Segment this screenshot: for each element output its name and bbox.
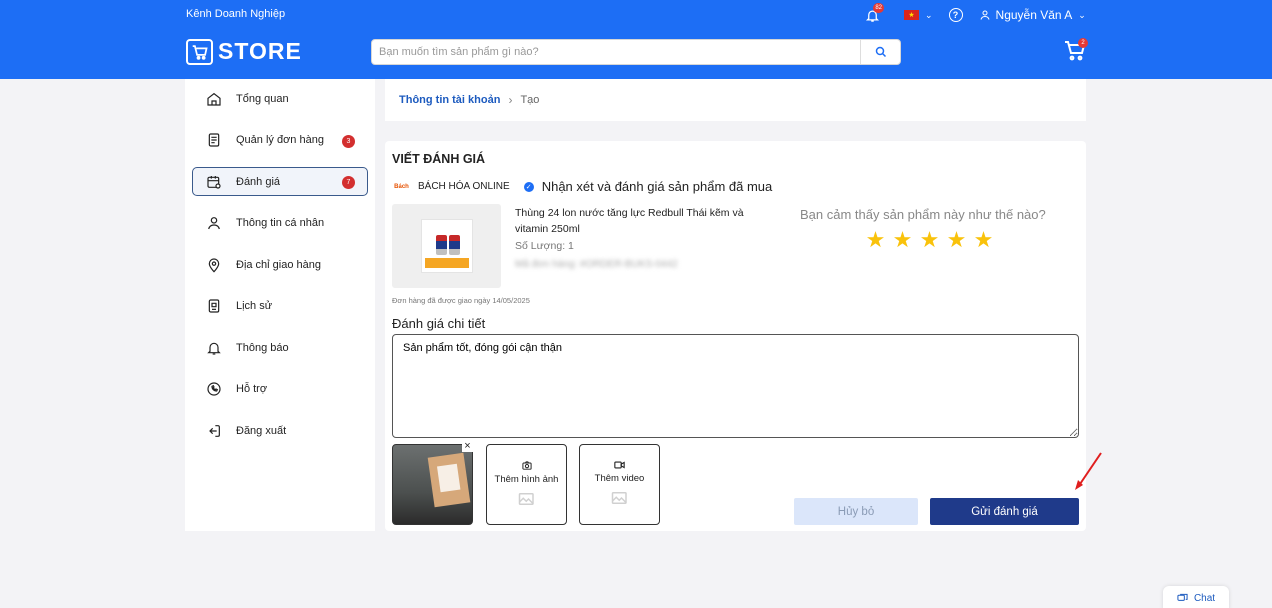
- chevron-down-icon[interactable]: ⌄: [1078, 10, 1086, 21]
- logout-icon: [205, 422, 223, 440]
- location-pin-icon: [205, 256, 223, 274]
- bell-icon: [205, 339, 223, 357]
- sidebar-item-label: Quản lý đơn hàng: [236, 134, 324, 146]
- search-button[interactable]: [860, 40, 900, 64]
- breadcrumb-current: Tạo: [520, 94, 540, 106]
- search-bar: [371, 39, 901, 65]
- add-video-label: Thêm video: [594, 473, 645, 484]
- sidebar-item-label: Thông tin cá nhân: [236, 217, 325, 229]
- chat-button[interactable]: Chat: [1163, 586, 1229, 608]
- product-image: [392, 204, 501, 288]
- account-sidebar: Tổng quan Quản lý đơn hàng 3 Đánh giá 7 …: [185, 79, 375, 531]
- business-channel-link[interactable]: Kênh Doanh Nghiệp: [186, 8, 285, 20]
- order-code-blurred: Mã đơn hàng: #ORDER-BUKS-0442: [515, 259, 678, 270]
- sidebar-item-label: Tổng quan: [236, 92, 289, 105]
- header-actions: 82 ★ ⌄ ? Nguyễn Văn A ⌄: [862, 3, 1086, 25]
- uploaded-image-thumbnail[interactable]: [392, 444, 473, 525]
- phone-support-icon: [205, 380, 223, 398]
- cart-button[interactable]: 2: [1063, 38, 1088, 62]
- notification-button[interactable]: 82: [862, 3, 884, 25]
- detail-review-textarea[interactable]: Sản phẩm tốt, đóng gói cận thận: [392, 334, 1079, 438]
- star-icon[interactable]: ★: [916, 229, 943, 251]
- delivered-date: Đơn hàng đã được giao ngày 14/05/2025: [392, 296, 530, 305]
- remove-image-close-icon[interactable]: ×: [462, 441, 473, 452]
- user-icon[interactable]: [979, 9, 991, 21]
- store-logo[interactable]: STORE: [186, 38, 302, 65]
- top-header: Kênh Doanh Nghiệp 82 ★ ⌄ ? Nguyễn Văn A …: [0, 0, 1272, 79]
- sidebar-item-overview[interactable]: Tổng quan: [192, 84, 368, 113]
- sidebar-item-label: Hỗ trợ: [236, 383, 268, 395]
- star-icon[interactable]: ★: [970, 229, 997, 251]
- red-arrow-annotation: [1075, 452, 1102, 490]
- chat-icon: [1177, 593, 1188, 601]
- user-icon: [205, 214, 223, 232]
- video-icon: [614, 461, 625, 469]
- sidebar-item-logout[interactable]: Đăng xuất: [192, 416, 368, 445]
- sidebar-item-label: Đánh giá: [236, 175, 281, 188]
- review-heading: Nhận xét và đánh giá sản phẩm đã mua: [541, 179, 773, 194]
- add-image-label: Thêm hình ảnh: [494, 474, 559, 485]
- history-icon: [205, 297, 223, 315]
- video-placeholder-icon: [611, 492, 627, 504]
- breadcrumb-account-link[interactable]: Thông tin tài khoản: [399, 94, 500, 106]
- home-icon: [205, 90, 223, 108]
- breadcrumb: Thông tin tài khoản › Tạo: [385, 79, 1086, 121]
- cart-badge: 2: [1078, 38, 1088, 48]
- write-review-card: VIẾT ĐÁNH GIÁ Bách BÁCH HÓA ONLINE ✓ Nhậ…: [385, 141, 1086, 531]
- cancel-button[interactable]: Hủy bỏ: [794, 498, 918, 525]
- search-icon: [875, 46, 886, 58]
- rating-question: Bạn cảm thấy sản phẩm này như thế nào?: [800, 207, 1046, 222]
- calendar-review-icon: [205, 173, 223, 191]
- sidebar-item-profile[interactable]: Thông tin cá nhân: [192, 209, 368, 238]
- product-quantity: Số Lượng: 1: [515, 240, 574, 252]
- redbull-box-image: [420, 219, 473, 273]
- sidebar-item-label: Thông báo: [236, 341, 289, 354]
- shop-name[interactable]: BÁCH HÓA ONLINE: [418, 181, 510, 192]
- chat-label: Chat: [1193, 592, 1216, 604]
- shop-row: Bách BÁCH HÓA ONLINE ✓ Nhận xét và đánh …: [393, 179, 772, 194]
- star-rating: ★ ★ ★ ★ ★: [862, 229, 997, 251]
- user-name[interactable]: Nguyễn Văn A: [996, 8, 1073, 22]
- star-icon[interactable]: ★: [862, 229, 889, 251]
- cart-logo-icon: [186, 38, 213, 65]
- sidebar-item-reviews[interactable]: Đánh giá 7: [192, 167, 368, 196]
- page-title: VIẾT ĐÁNH GIÁ: [392, 152, 486, 166]
- logo-text: STORE: [218, 38, 302, 64]
- detail-review-label: Đánh giá chi tiết: [392, 316, 486, 331]
- receipt-icon: [205, 131, 223, 149]
- star-icon[interactable]: ★: [889, 229, 916, 251]
- chevron-right-icon: ›: [508, 93, 513, 107]
- add-video-button[interactable]: Thêm video: [579, 444, 660, 525]
- submit-review-button[interactable]: Gửi đánh giá: [930, 498, 1079, 525]
- sidebar-item-label: Đăng xuất: [236, 424, 287, 437]
- vietnam-flag-icon[interactable]: ★: [904, 10, 919, 20]
- chevron-down-icon[interactable]: ⌄: [925, 10, 933, 21]
- reviews-count-badge: 7: [342, 176, 355, 189]
- sidebar-item-support[interactable]: Hỗ trợ: [192, 375, 368, 404]
- verified-check-icon: ✓: [523, 181, 534, 192]
- help-icon[interactable]: ?: [948, 8, 963, 22]
- notification-badge: 82: [873, 3, 884, 13]
- add-image-button[interactable]: Thêm hình ảnh: [486, 444, 567, 525]
- shop-logo[interactable]: Bách: [393, 184, 410, 190]
- sidebar-item-label: Địa chỉ giao hàng: [236, 258, 322, 271]
- image-placeholder-icon: [518, 493, 534, 505]
- sidebar-item-address[interactable]: Địa chỉ giao hàng: [192, 250, 368, 279]
- product-name: Thùng 24 lon nước tăng lực Redbull Thái …: [515, 207, 744, 235]
- camera-icon: [521, 461, 532, 470]
- sidebar-item-notifications[interactable]: Thông báo: [192, 333, 368, 362]
- search-input[interactable]: [372, 40, 860, 64]
- sidebar-item-history[interactable]: Lịch sử: [192, 292, 368, 321]
- sidebar-item-orders[interactable]: Quản lý đơn hàng 3: [192, 126, 368, 155]
- sidebar-item-label: Lịch sử: [236, 300, 273, 312]
- orders-count-badge: 3: [342, 134, 355, 148]
- star-icon[interactable]: ★: [943, 229, 970, 251]
